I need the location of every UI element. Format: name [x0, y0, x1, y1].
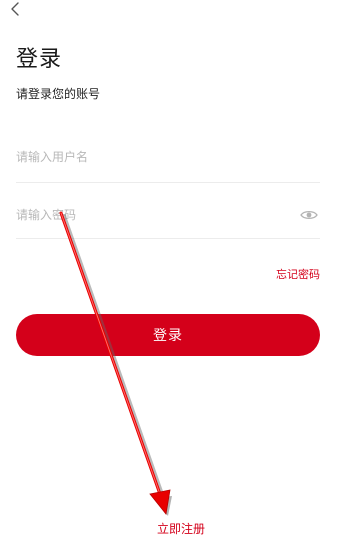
page-subtitle: 请登录您的账号	[16, 87, 101, 101]
login-screen: 登录 请登录您的账号 忘记密码 登录 立即注册	[0, 0, 362, 556]
password-input[interactable]	[16, 200, 286, 230]
username-input[interactable]	[16, 142, 286, 172]
password-field	[16, 200, 320, 236]
username-field	[16, 142, 320, 178]
password-divider	[16, 238, 320, 239]
forgot-password-link[interactable]: 忘记密码	[276, 266, 320, 282]
username-divider	[16, 182, 320, 183]
register-link[interactable]: 立即注册	[0, 520, 362, 537]
back-button[interactable]	[6, 0, 26, 18]
login-button[interactable]: 登录	[16, 314, 320, 356]
eye-icon[interactable]	[300, 209, 318, 221]
chevron-left-icon	[11, 2, 19, 16]
page-title: 登录	[16, 47, 63, 72]
